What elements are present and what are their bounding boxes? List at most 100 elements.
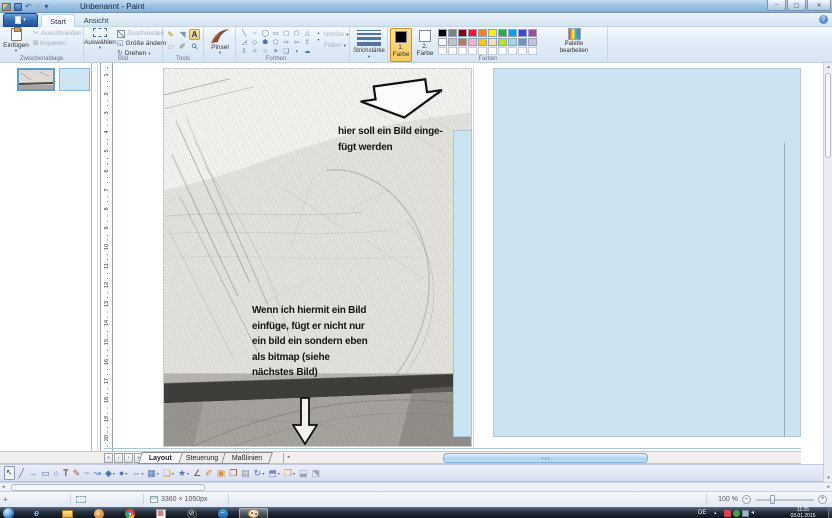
color-swatch[interactable] [468, 29, 477, 37]
extrusion-icon[interactable]: ⬓ [299, 467, 308, 479]
color-swatch[interactable] [508, 29, 517, 37]
gallery2-icon[interactable]: ▤ [241, 467, 250, 479]
shape-icon[interactable]: ⇨ [281, 38, 292, 47]
antivirus-tray-icon[interactable] [733, 510, 740, 517]
scroll-right-icon[interactable]: ▸ [827, 484, 830, 490]
shape-icon[interactable]: ╲ [239, 29, 250, 38]
fontwork-icon[interactable]: ⬔ [312, 467, 321, 479]
color-picker-tool-icon[interactable]: ✐ [177, 41, 188, 52]
vertical-scrollbar[interactable]: ▴ ▾ [823, 63, 832, 482]
shape-icon[interactable]: ✶ [271, 47, 282, 56]
color-swatch[interactable] [518, 38, 527, 46]
empty-color-slot[interactable] [518, 47, 527, 55]
curve-icon[interactable]: ~ [84, 467, 89, 479]
qat-dropdown-icon[interactable]: ▾ [44, 2, 48, 12]
show-desktop-button[interactable] [828, 508, 832, 518]
empty-color-slot[interactable] [438, 47, 447, 55]
page-tab-layout[interactable]: Layout [138, 452, 183, 464]
shape-icon[interactable]: ❑ [281, 47, 292, 56]
text-icon[interactable]: T [63, 467, 69, 479]
freeform-icon[interactable]: ✎ [73, 467, 81, 479]
shape-icon[interactable]: ~ [250, 29, 261, 38]
empty-color-slot[interactable] [458, 47, 467, 55]
edit-palette-button[interactable]: Palette bearbeiten [554, 28, 594, 55]
zoom-slider-track[interactable] [756, 499, 814, 501]
taskbar-wmp[interactable] [84, 508, 113, 518]
brush-button[interactable]: Pinsel ▾ [206, 28, 234, 55]
tab-start[interactable]: Start [41, 14, 75, 27]
network-icon[interactable] [742, 510, 749, 517]
chevron-down-icon[interactable]: ▾ [125, 471, 127, 476]
cut-button[interactable]: ✂ Ausschneiden [33, 29, 82, 38]
shape-icon[interactable]: △ [302, 29, 313, 38]
color1-button[interactable]: 1. Farbe [390, 28, 412, 62]
block-arrows-icon[interactable]: ⇔ [131, 467, 140, 479]
color2-button[interactable]: 2. Farbe [414, 28, 436, 62]
chevron-down-icon[interactable]: ▾ [262, 471, 264, 476]
page-thumbnail-2[interactable] [59, 68, 90, 91]
language-indicator[interactable]: DE [698, 510, 706, 516]
chevron-down-icon[interactable]: ▾ [141, 471, 143, 476]
zoom-slider-thumb[interactable] [770, 495, 775, 504]
draw-hscrollbar-thumb[interactable] [443, 453, 648, 463]
flowchart-icon[interactable]: ▦ [147, 467, 156, 479]
empty-color-slot[interactable] [508, 47, 517, 55]
color-swatch[interactable] [488, 38, 497, 46]
color-swatch[interactable] [448, 29, 457, 37]
taskbar-chrome[interactable] [115, 508, 144, 518]
chevron-down-icon[interactable]: ▾ [293, 471, 295, 476]
chevron-down-icon[interactable]: ▾ [172, 471, 174, 476]
color-swatch[interactable] [498, 29, 507, 37]
copy-button[interactable]: ⧉ Kopieren [33, 39, 66, 48]
shape-icon[interactable]: ⇩ [239, 47, 250, 56]
file-menu-button[interactable]: ▾ [3, 13, 38, 27]
basic-shapes-icon[interactable]: ◆ [105, 467, 112, 479]
volume-icon[interactable]: ◂ [751, 510, 758, 517]
color-swatch[interactable] [468, 38, 477, 46]
taskbar-explorer[interactable] [53, 508, 82, 518]
shapes-scroll-up-icon[interactable]: ▴ [317, 30, 319, 35]
arrange-icon[interactable]: ❐ [284, 467, 292, 479]
shape-icon[interactable]: ⇦ [292, 38, 303, 47]
empty-color-slot[interactable] [468, 47, 477, 55]
symbol-shapes-icon[interactable]: ● [119, 467, 124, 479]
empty-color-slot[interactable] [498, 47, 507, 55]
shape-icon[interactable]: ⬠ [292, 29, 303, 38]
redo-icon[interactable]: ↷ [35, 2, 42, 12]
shape-icon[interactable]: ◿ [239, 38, 250, 47]
page-thumbnail-1[interactable] [17, 68, 55, 91]
stars-icon[interactable]: ★ [178, 467, 186, 479]
shape-icon[interactable]: ▢ [281, 29, 292, 38]
chevron-down-icon[interactable]: ▾ [187, 471, 189, 476]
color-swatch[interactable] [528, 38, 537, 46]
glue-points-icon[interactable]: ✐ [205, 467, 213, 479]
color-swatch[interactable] [438, 29, 447, 37]
color-swatch[interactable] [518, 29, 527, 37]
prev-page-icon[interactable]: ‹ [114, 453, 123, 463]
align-icon[interactable]: ⬒ [268, 467, 277, 479]
tray-expand-icon[interactable]: ▴ [714, 510, 717, 516]
color-swatch[interactable] [488, 29, 497, 37]
color-swatch[interactable] [478, 38, 487, 46]
shape-icon[interactable]: ☆ [260, 47, 271, 56]
color-swatch[interactable] [498, 38, 507, 46]
horizontal-scrollbar-thumb[interactable] [11, 484, 205, 491]
close-button[interactable]: ✕ [807, 0, 831, 11]
shape-icon[interactable]: ▭ [271, 29, 282, 38]
chevron-down-icon[interactable]: ▾ [113, 471, 115, 476]
color-swatch[interactable] [458, 38, 467, 46]
from-file-icon[interactable]: ❒ [229, 467, 237, 479]
start-button[interactable] [3, 508, 14, 518]
shapes-scroll-down-icon[interactable]: ▾ [317, 37, 319, 42]
empty-color-slot[interactable] [528, 47, 537, 55]
magnifier-tool-icon[interactable]: ⚲ [189, 41, 200, 52]
pencil-tool-icon[interactable]: ✎ [165, 29, 176, 40]
shape-icon[interactable]: ☁ [302, 47, 313, 56]
shape-icon[interactable]: ⬡ [271, 38, 282, 47]
color-swatch[interactable] [508, 38, 517, 46]
color-swatch[interactable] [448, 38, 457, 46]
help-icon[interactable]: ? [819, 15, 828, 24]
stroke-width-button[interactable]: Strichstärke ▾ [351, 28, 387, 59]
paint-app-icon[interactable] [2, 3, 11, 11]
shape-icon[interactable]: ◇ [250, 38, 261, 47]
